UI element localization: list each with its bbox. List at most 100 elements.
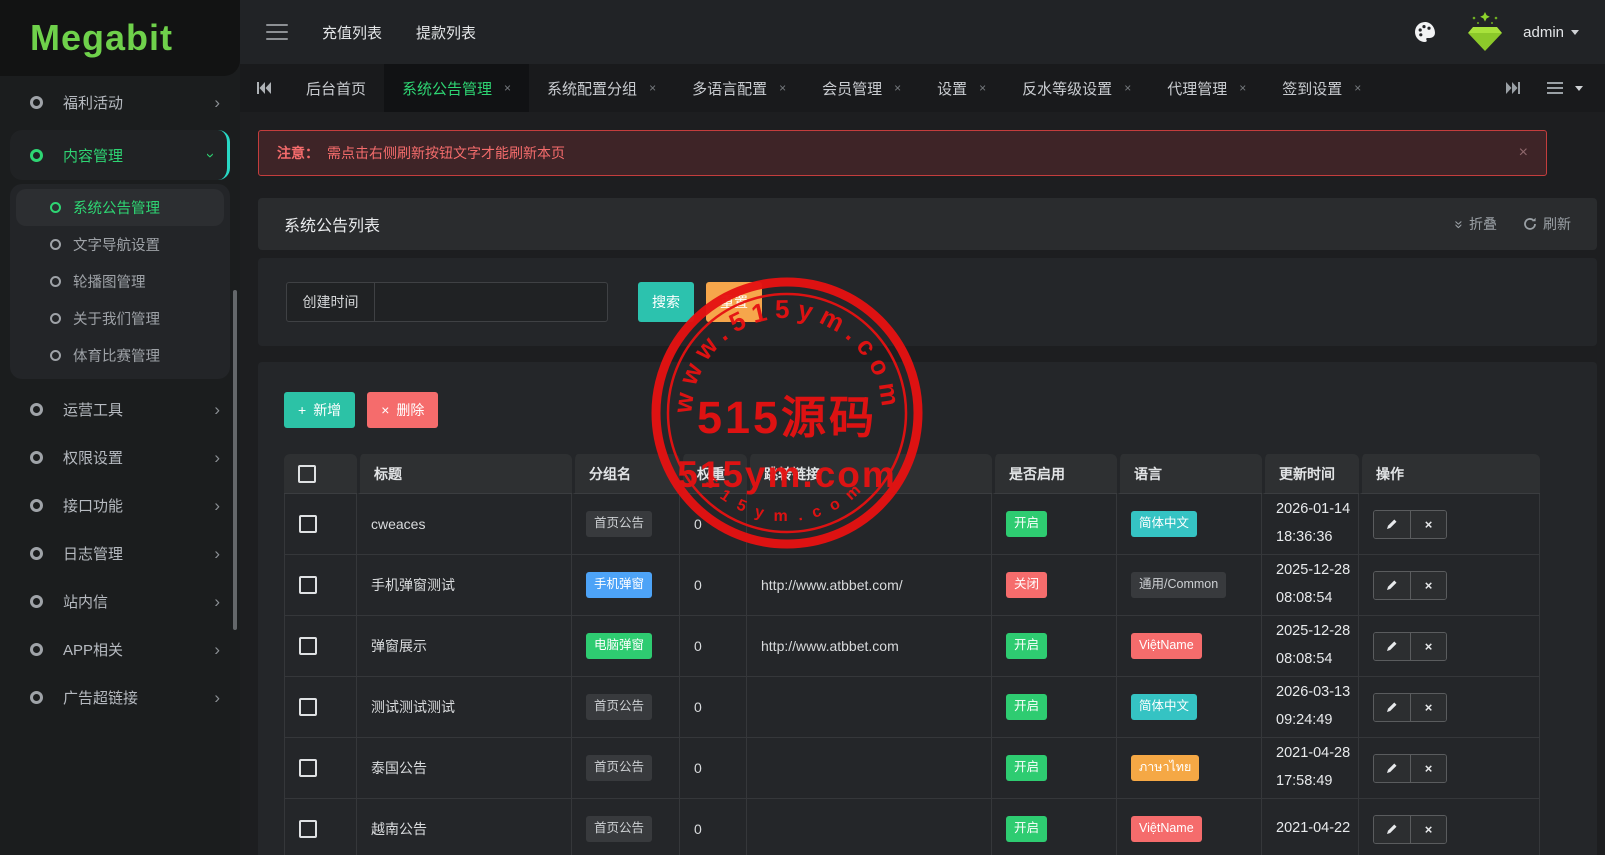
tab-announcement-mgmt[interactable]: 系统公告管理 × bbox=[384, 64, 529, 112]
alert-message: 需点击右侧刷新按钮文字才能刷新本页 bbox=[327, 143, 565, 163]
edit-button[interactable] bbox=[1374, 755, 1410, 782]
caret-down-icon bbox=[1575, 86, 1583, 91]
tab-label: 代理管理 bbox=[1167, 78, 1227, 99]
remove-button[interactable]: × bbox=[1410, 816, 1446, 843]
sidebar-item-content-mgmt[interactable]: 内容管理 › bbox=[10, 130, 230, 180]
sidebar-subitem-announcement[interactable]: 系统公告管理 bbox=[16, 189, 224, 226]
tab-rebate-levels[interactable]: 反水等级设置 × bbox=[1004, 64, 1149, 112]
ring-icon bbox=[50, 276, 61, 287]
close-icon[interactable]: × bbox=[1519, 144, 1528, 162]
row-checkbox[interactable] bbox=[299, 576, 317, 594]
reset-button[interactable]: 重置 bbox=[706, 282, 762, 322]
search-button[interactable]: 搜索 bbox=[638, 282, 694, 322]
row-actions: × bbox=[1373, 693, 1447, 722]
remove-button[interactable]: × bbox=[1410, 694, 1446, 721]
tab-home[interactable]: 后台首页 bbox=[288, 64, 384, 112]
table-row: 测试测试测试 首页公告 0 开启 简体中文 2026-03-1309:24:49… bbox=[284, 677, 1540, 738]
remove-button[interactable]: × bbox=[1410, 572, 1446, 599]
logo[interactable]: Megabit bbox=[0, 0, 240, 76]
col-title: 标题 bbox=[357, 454, 572, 494]
tab-settings[interactable]: 设置 × bbox=[919, 64, 1004, 112]
tab-list-menu-icon[interactable] bbox=[1547, 82, 1583, 94]
edit-button[interactable] bbox=[1374, 816, 1410, 843]
tabbar: 后台首页 系统公告管理 × 系统配置分组 × 多语言配置 × 会员管理 × 设置… bbox=[240, 64, 1605, 112]
tab-multilang[interactable]: 多语言配置 × bbox=[674, 64, 804, 112]
palette-icon[interactable] bbox=[1413, 20, 1437, 44]
group-badge: 电脑弹窗 bbox=[586, 633, 652, 659]
group-badge: 手机弹窗 bbox=[586, 572, 652, 598]
close-icon[interactable]: × bbox=[779, 81, 786, 95]
close-icon[interactable]: × bbox=[979, 81, 986, 95]
sidebar-item-permissions[interactable]: 权限设置 › bbox=[0, 433, 240, 481]
sidebar-item-messages[interactable]: 站内信 › bbox=[0, 577, 240, 625]
table-row: 弹窗展示 电脑弹窗 0 http://www.atbbet.com 开启 Việ… bbox=[284, 616, 1540, 677]
chevron-right-icon: › bbox=[214, 545, 220, 562]
sidebar-subitem-carousel[interactable]: 轮播图管理 bbox=[16, 263, 224, 300]
close-icon[interactable]: × bbox=[1124, 81, 1131, 95]
add-button[interactable]: + 新增 bbox=[284, 392, 355, 428]
close-icon[interactable]: × bbox=[1239, 81, 1246, 95]
sidebar-item-logs[interactable]: 日志管理 › bbox=[0, 529, 240, 577]
sidebar-item-label: 接口功能 bbox=[63, 495, 123, 516]
close-icon[interactable]: × bbox=[1354, 81, 1361, 95]
sidebar-item-label: APP相关 bbox=[63, 639, 123, 660]
topbar-item-deposit-list[interactable]: 充值列表 bbox=[322, 22, 382, 43]
row-checkbox[interactable] bbox=[299, 515, 317, 533]
table-row: cweaces 首页公告 0 开启 简体中文 2026-01-1418:36:3… bbox=[284, 494, 1540, 555]
sidebar-item-ops-tools[interactable]: 运营工具 › bbox=[0, 385, 240, 433]
row-checkbox[interactable] bbox=[299, 698, 317, 716]
table-row: 泰国公告 首页公告 0 开启 ภาษาไทย 2021-04-2817:58:4… bbox=[284, 738, 1540, 799]
sidebar-subitem-sports[interactable]: 体育比赛管理 bbox=[16, 337, 224, 374]
topbar-item-withdraw-list[interactable]: 提款列表 bbox=[416, 22, 476, 43]
notice-alert: 注意： 需点击右侧刷新按钮文字才能刷新本页 × bbox=[258, 130, 1547, 176]
edit-button[interactable] bbox=[1374, 633, 1410, 660]
close-icon[interactable]: × bbox=[894, 81, 901, 95]
row-checkbox[interactable] bbox=[299, 820, 317, 838]
delete-button[interactable]: × 删除 bbox=[367, 392, 438, 428]
diamond-icon[interactable] bbox=[1463, 11, 1507, 53]
collapse-button[interactable]: » 折叠 bbox=[1455, 214, 1497, 234]
sidebar-subitem-text-nav[interactable]: 文字导航设置 bbox=[16, 226, 224, 263]
remove-button[interactable]: × bbox=[1410, 633, 1446, 660]
create-time-input[interactable] bbox=[375, 283, 607, 321]
cell-date: 2026-01-14 bbox=[1276, 496, 1358, 524]
cell-title: 手机弹窗测试 bbox=[357, 555, 572, 616]
user-menu[interactable]: admin bbox=[1523, 24, 1579, 41]
tab-label: 签到设置 bbox=[1282, 78, 1342, 99]
sidebar-item-api[interactable]: 接口功能 › bbox=[0, 481, 240, 529]
row-checkbox[interactable] bbox=[299, 637, 317, 655]
sidebar-item-ad-links[interactable]: 广告超链接 › bbox=[0, 673, 240, 721]
ring-icon bbox=[30, 643, 43, 656]
tabs-scroll-first-icon[interactable] bbox=[240, 64, 288, 112]
chevron-right-icon: › bbox=[214, 449, 220, 466]
ring-icon bbox=[50, 239, 61, 250]
enabled-badge: 开启 bbox=[1006, 816, 1047, 842]
hamburger-menu-icon[interactable] bbox=[266, 24, 288, 40]
select-all-checkbox[interactable] bbox=[298, 465, 316, 483]
close-icon[interactable]: × bbox=[649, 81, 656, 95]
sidebar-subitem-about-us[interactable]: 关于我们管理 bbox=[16, 300, 224, 337]
chevron-right-icon: › bbox=[214, 401, 220, 418]
edit-button[interactable] bbox=[1374, 511, 1410, 538]
row-checkbox[interactable] bbox=[299, 759, 317, 777]
logo-text: Megabit bbox=[30, 17, 173, 59]
username-label: admin bbox=[1523, 24, 1564, 41]
remove-button[interactable]: × bbox=[1410, 755, 1446, 782]
col-group: 分组名 bbox=[572, 454, 680, 494]
refresh-button[interactable]: 刷新 bbox=[1523, 214, 1571, 234]
sidebar-item-app[interactable]: APP相关 › bbox=[0, 625, 240, 673]
tab-config-groups[interactable]: 系统配置分组 × bbox=[529, 64, 674, 112]
sidebar-scrollbar[interactable] bbox=[233, 290, 237, 630]
tab-checkin[interactable]: 签到设置 × bbox=[1264, 64, 1379, 112]
close-icon: × bbox=[381, 402, 389, 418]
ring-icon bbox=[30, 451, 43, 464]
edit-button[interactable] bbox=[1374, 572, 1410, 599]
edit-button[interactable] bbox=[1374, 694, 1410, 721]
lang-badge: ViệtName bbox=[1131, 816, 1202, 842]
tab-members[interactable]: 会员管理 × bbox=[804, 64, 919, 112]
sidebar-item-welfare[interactable]: 福利活动 › bbox=[0, 78, 240, 126]
close-icon[interactable]: × bbox=[504, 81, 511, 95]
remove-button[interactable]: × bbox=[1410, 511, 1446, 538]
tab-agents[interactable]: 代理管理 × bbox=[1149, 64, 1264, 112]
tabs-scroll-last-icon[interactable] bbox=[1505, 81, 1521, 95]
